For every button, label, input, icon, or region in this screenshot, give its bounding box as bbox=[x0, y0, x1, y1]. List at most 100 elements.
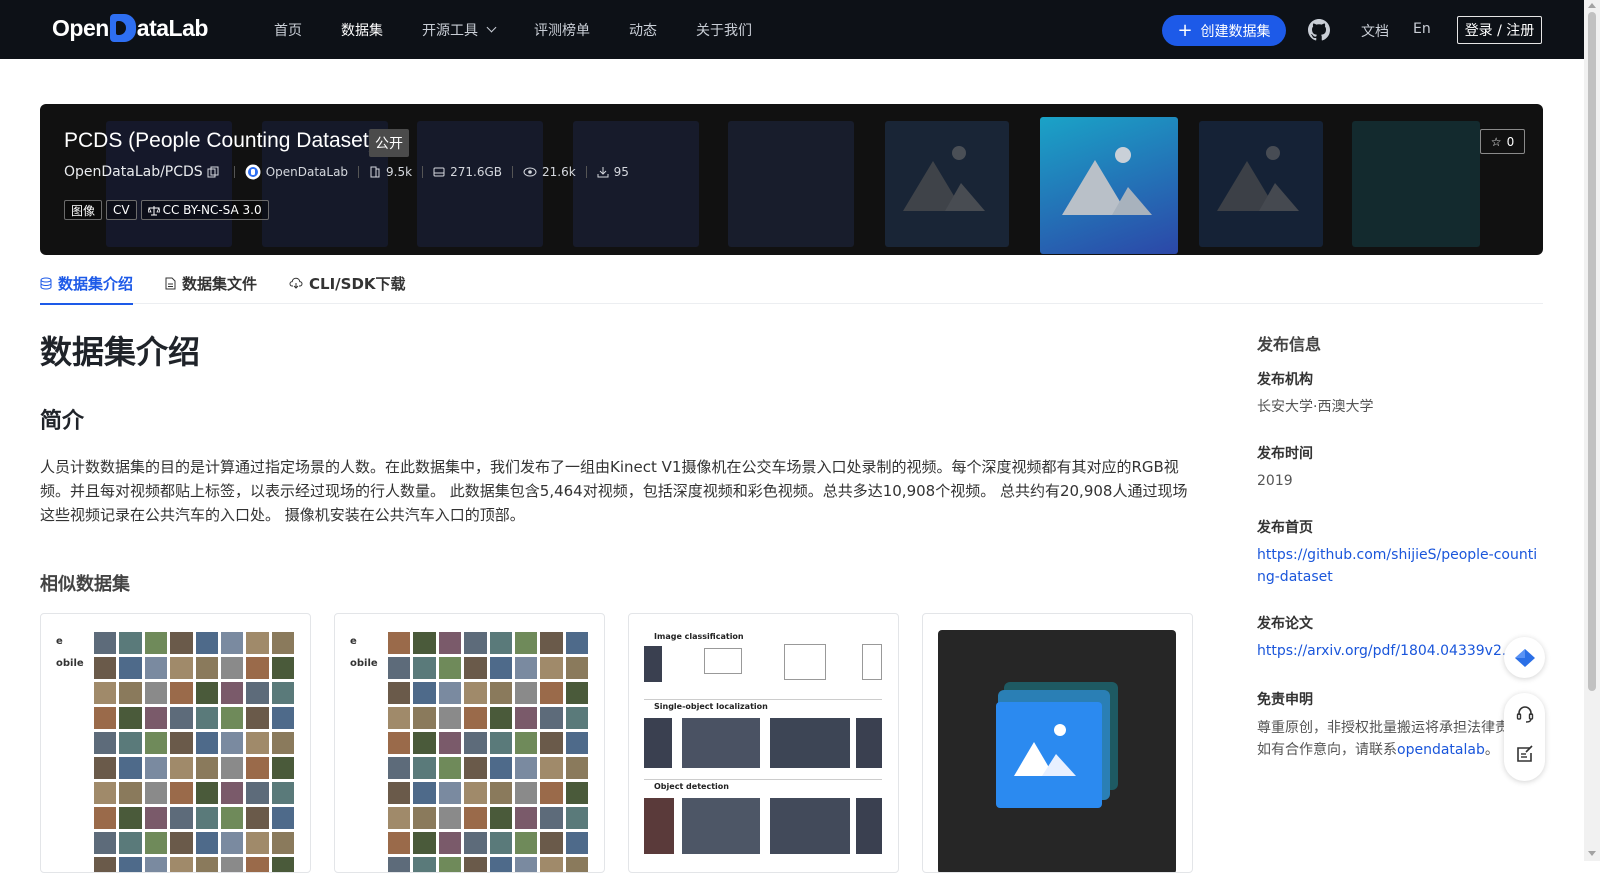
paper-link[interactable]: https://arxiv.org/pdf/1804.04339v2.pdf bbox=[1257, 640, 1542, 662]
thumbnail-tile bbox=[94, 682, 117, 704]
scroll-up-arrow-icon[interactable] bbox=[1588, 3, 1596, 8]
figure-box bbox=[862, 644, 882, 680]
thumbnail-tile bbox=[388, 782, 411, 804]
thumbnail-tile bbox=[144, 757, 168, 779]
thumbnail-tile bbox=[540, 857, 563, 872]
similar-dataset-card[interactable] bbox=[922, 613, 1193, 873]
figure-section-label: Object detection bbox=[654, 782, 729, 791]
disclaimer-text-line1: 尊重原创，非授权批量搬运将承担法律责 bbox=[1257, 720, 1509, 736]
thumbnail-tile bbox=[464, 857, 487, 872]
nav-item-opensource-tools[interactable]: 开源工具 bbox=[422, 20, 497, 40]
thumbnail-tile bbox=[246, 807, 269, 829]
license-label: CC BY-NC-SA 3.0 bbox=[162, 203, 262, 217]
scroll-down-arrow-icon[interactable] bbox=[1588, 851, 1596, 856]
figure-section: Single-object localization bbox=[644, 700, 882, 780]
nav-item-home[interactable]: 首页 bbox=[274, 20, 302, 40]
dataset-cover-placeholder bbox=[938, 630, 1176, 872]
edit-feedback-icon[interactable] bbox=[1514, 743, 1535, 764]
publisher-name[interactable]: OpenDataLab bbox=[266, 165, 348, 179]
thumbnail-tile bbox=[271, 807, 294, 829]
thumbnail-tile bbox=[271, 832, 294, 854]
thumbnail-tile bbox=[388, 832, 411, 854]
banner-thumbnail-highlighted bbox=[1040, 117, 1178, 254]
publish-time-value: 2019 bbox=[1257, 473, 1293, 489]
similar-dataset-card[interactable]: Image classification Single-object local… bbox=[628, 613, 899, 873]
similar-dataset-card[interactable]: e obile bbox=[40, 613, 311, 873]
contact-link[interactable]: opendatalab bbox=[1397, 742, 1485, 758]
tab-cli-sdk[interactable]: CLI/SDK下载 bbox=[289, 262, 406, 304]
similar-dataset-card[interactable]: e obile bbox=[334, 613, 605, 873]
language-switch[interactable]: En bbox=[1413, 21, 1431, 37]
create-dataset-button[interactable]: + 创建数据集 bbox=[1162, 15, 1286, 46]
thumbnail-tile bbox=[170, 757, 193, 779]
nav-item-about[interactable]: 关于我们 bbox=[696, 20, 752, 40]
nav-docs-link[interactable]: 文档 bbox=[1361, 21, 1389, 41]
nav-item-label: 动态 bbox=[629, 22, 657, 39]
thumbnail-tile bbox=[388, 657, 411, 679]
divider bbox=[585, 166, 587, 178]
thumbnail-tile bbox=[565, 857, 588, 872]
thumbnail-tile bbox=[94, 732, 117, 754]
publisher-avatar-icon bbox=[245, 164, 261, 180]
star-button[interactable]: ☆ 0 bbox=[1480, 129, 1525, 154]
scrollbar-thumb[interactable] bbox=[1588, 12, 1596, 691]
nav-item-datasets[interactable]: 数据集 bbox=[341, 20, 383, 40]
cover-edge-text: e bbox=[350, 636, 357, 647]
thumbnail-tile bbox=[438, 632, 462, 654]
thumbnail-tile bbox=[119, 732, 142, 754]
thumbnail-tile bbox=[144, 682, 168, 704]
tag-image[interactable]: 图像 bbox=[64, 200, 103, 220]
cover-edge-text: e bbox=[56, 636, 63, 647]
floating-action-group bbox=[1504, 693, 1545, 781]
thumbnail-tile bbox=[195, 657, 218, 679]
nav-item-label: 数据集 bbox=[341, 22, 383, 39]
thumbnail-tile bbox=[438, 757, 462, 779]
thumbnail-tile bbox=[514, 832, 538, 854]
thumbnail-tile bbox=[565, 657, 588, 679]
copy-icon[interactable] bbox=[207, 166, 219, 178]
nav-item-news[interactable]: 动态 bbox=[629, 20, 657, 40]
main-nav: 首页 数据集 开源工具 评测榜单 动态 关于我们 bbox=[274, 0, 791, 59]
chevron-down-icon bbox=[486, 22, 497, 33]
opendatalab-logo[interactable]: Open ataLab bbox=[52, 14, 208, 42]
vertical-scrollbar[interactable] bbox=[1584, 0, 1600, 861]
cloud-download-icon bbox=[289, 277, 303, 289]
tab-dataset-intro[interactable]: 数据集介绍 bbox=[40, 262, 134, 305]
thumbnail-tile bbox=[413, 757, 436, 779]
login-register-button[interactable]: 登录 / 注册 bbox=[1457, 16, 1542, 44]
thumbnail-tile bbox=[271, 782, 294, 804]
thumbnail-tile bbox=[489, 857, 512, 872]
thumbnail-tile bbox=[464, 657, 487, 679]
thumbnail-tile bbox=[489, 632, 512, 654]
github-icon[interactable] bbox=[1308, 19, 1330, 41]
thumbnail-tile bbox=[119, 657, 142, 679]
tag-cv[interactable]: CV bbox=[106, 200, 137, 220]
similar-datasets-heading: 相似数据集 bbox=[40, 574, 130, 595]
customer-service-icon[interactable] bbox=[1514, 703, 1535, 724]
nav-item-leaderboard[interactable]: 评测榜单 bbox=[534, 20, 590, 40]
thumbnail-tile bbox=[413, 807, 436, 829]
thumbnail-tile bbox=[246, 782, 269, 804]
login-label: 登录 / 注册 bbox=[1464, 23, 1535, 39]
create-dataset-label: 创建数据集 bbox=[1200, 23, 1271, 40]
thumbnail-tile bbox=[489, 782, 512, 804]
homepage-link[interactable]: https://github.com/shijieS/people-counti… bbox=[1257, 544, 1542, 588]
feedback-bird-button[interactable] bbox=[1504, 637, 1545, 678]
thumbnail-tile bbox=[565, 807, 588, 829]
thumbnail-tile bbox=[514, 682, 538, 704]
thumbnail-tile bbox=[271, 757, 294, 779]
disclaimer-prefix: 如有合作意向，请联系 bbox=[1257, 742, 1397, 758]
thumbnail-tile bbox=[170, 807, 193, 829]
thumbnail-tile bbox=[271, 657, 294, 679]
image-placeholder-icon bbox=[996, 682, 1118, 808]
tag-license[interactable]: CC BY-NC-SA 3.0 bbox=[140, 200, 269, 220]
thumbnail-tile bbox=[144, 857, 168, 872]
nav-item-label: 评测榜单 bbox=[534, 22, 590, 39]
view-count: 21.6k bbox=[541, 165, 576, 179]
thumbnail-tile bbox=[438, 807, 462, 829]
file-count: 9.5k bbox=[386, 165, 413, 179]
tab-dataset-files[interactable]: 数据集文件 bbox=[165, 262, 257, 304]
thumbnail-tile bbox=[144, 807, 168, 829]
figure-photo bbox=[644, 646, 662, 682]
eye-icon bbox=[523, 167, 537, 177]
